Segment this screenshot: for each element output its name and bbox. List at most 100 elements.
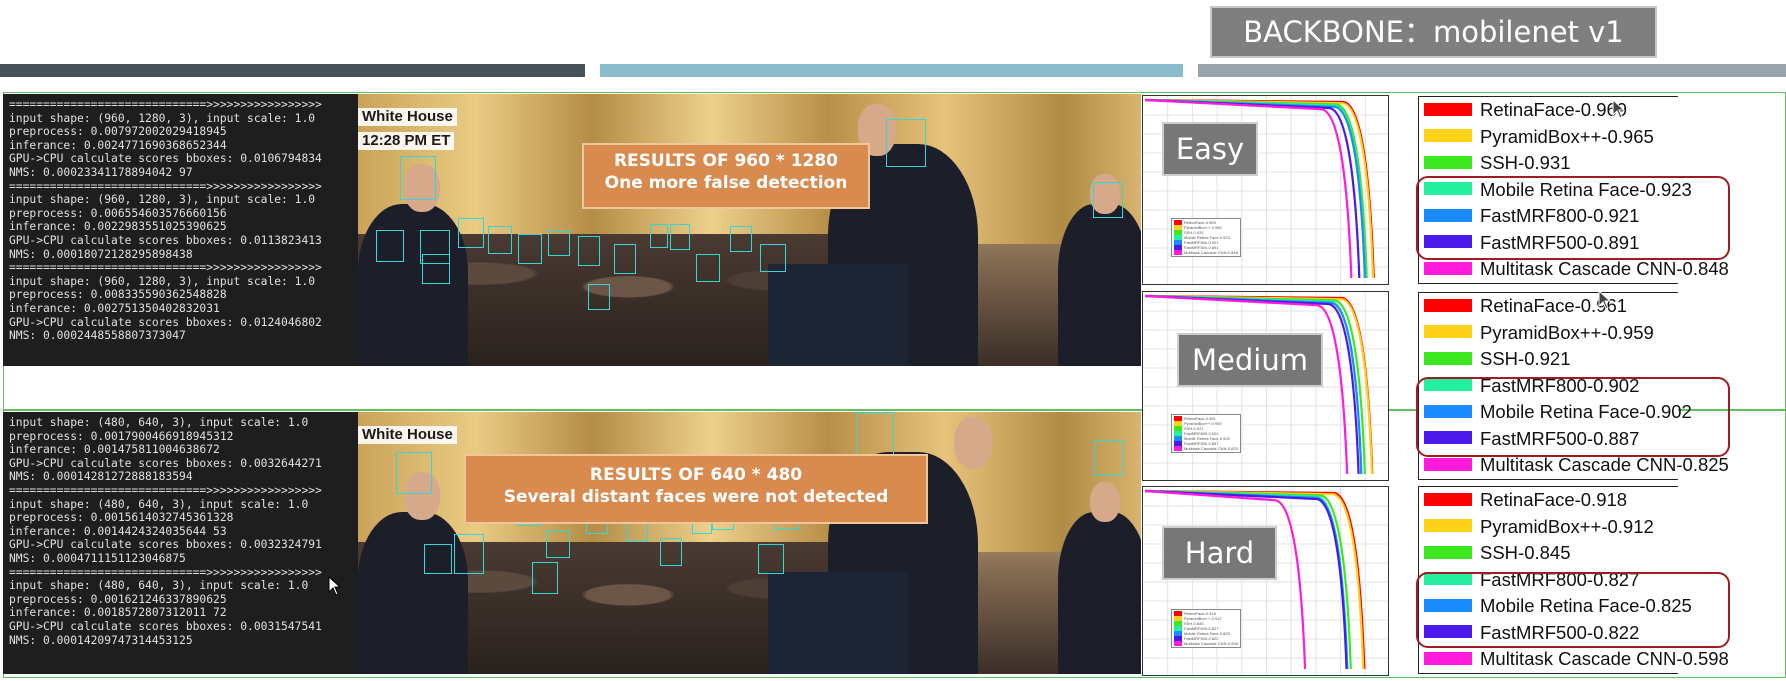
face-detection-box [670, 224, 690, 250]
mini-legend-entry: Multitask Cascade CNN-0.848 [1174, 249, 1238, 255]
mini-legend: RetinaFace-0.969 PyramidBox++-0.965 SSH-0.… [1171, 217, 1241, 257]
face-detection-box [660, 538, 682, 566]
terminal-line: GPU->CPU calculate scores bboxes: 0.0124… [9, 315, 322, 329]
face-detection-box [886, 119, 926, 167]
header-bar-middle [600, 64, 1183, 77]
legend-entry: RetinaFace-0.969 [1424, 99, 1627, 121]
legend-entry: SSH-0.931 [1424, 152, 1571, 174]
result-subtitle-bottom: Several distant faces were not detected [503, 487, 889, 507]
terminal-line: preprocess: 0.007972002029418945 [9, 125, 227, 139]
terminal-line: NMS: 0.0004711151123046875 [9, 551, 186, 565]
tv-caption-line2: 12:28 PM ET [362, 132, 451, 149]
legend-swatch [1424, 492, 1472, 506]
face-detection-box [578, 236, 600, 266]
terminal-line: GPU->CPU calculate scores bboxes: 0.0031… [9, 619, 322, 633]
legend-label: SSH-0.921 [1480, 348, 1571, 369]
terminal-line: input shape: (960, 1280, 3), input scale… [9, 111, 316, 125]
legend-entry: Multitask Cascade CNN-0.598 [1424, 648, 1729, 670]
terminal-line: NMS: 0.00014209747314453125 [9, 633, 193, 647]
speaker-head [954, 417, 992, 469]
legend-entry: PyramidBox++-0.959 [1424, 322, 1654, 344]
face-detection-box [1093, 182, 1123, 218]
mini-legend-entry: Multitask Cascade CNN-0.598 [1174, 640, 1238, 646]
legend-swatch [1424, 651, 1472, 665]
terminal-line: input shape: (480, 640, 3), input scale:… [9, 416, 309, 429]
legend-swatch [1424, 155, 1472, 169]
terminal-line: inferance: 0.0022983551025390625 [9, 220, 227, 234]
legend-swatch [1424, 545, 1472, 559]
pr-curve-plot [1143, 487, 1388, 675]
terminal-line: inferance: 0.002751350402832031 [9, 301, 220, 315]
legend-label: Multitask Cascade CNN-0.598 [1480, 648, 1729, 669]
reporter-figure [358, 204, 468, 366]
tv-caption-line1: White House [362, 108, 453, 125]
face-detection-box [588, 284, 610, 310]
terminal-line: =============================>>>>>>>>>>>… [9, 261, 322, 275]
terminal-line: input shape: (960, 1280, 3), input scale… [9, 193, 316, 207]
legend-entry: PyramidBox++-0.912 [1424, 516, 1654, 538]
legend-entry: RetinaFace-0.961 [1424, 295, 1627, 317]
face-detection-box [396, 452, 432, 494]
podium [768, 572, 908, 674]
terminal-line: inferance: 0.0014424324035644 53 [9, 524, 227, 538]
legend-entry: RetinaFace-0.918 [1424, 489, 1627, 511]
legend-entry: Multitask Cascade CNN-0.825 [1424, 454, 1729, 476]
mouse-cursor-icon [328, 576, 342, 596]
mini-legend: RetinaFace-0.961 PyramidBox++-0.959 SSH-0.… [1171, 413, 1241, 453]
tv-caption-top: White House [358, 108, 457, 126]
face-detection-box [546, 530, 570, 558]
tv-caption-bottom: White House [358, 426, 457, 444]
face-detection-box [760, 244, 786, 272]
legend-label: PyramidBox++-0.912 [1480, 515, 1654, 537]
face-detection-box [422, 254, 450, 284]
legend-swatch [1424, 129, 1472, 143]
podium [768, 264, 908, 366]
result-subtitle-top: One more false detection [604, 173, 848, 193]
terminal-line: preprocess: 0.0015614032745361328 [9, 511, 234, 525]
terminal-line: input shape: (480, 640, 3), input scale:… [9, 497, 309, 511]
tv-time-top: 12:28 PM ET [358, 132, 455, 150]
face-detection-box [548, 230, 570, 256]
terminal-line: =============================>>>>>>>>>>>… [9, 98, 322, 111]
legend-swatch [1424, 325, 1472, 339]
terminal-line: preprocess: 0.0017900466918945312 [9, 429, 234, 443]
legend-entry: SSH-0.921 [1424, 348, 1571, 370]
highlight-box-medium [1416, 377, 1730, 457]
terminal-line: NMS: 0.00023341178894042 97 [9, 165, 193, 179]
legend-entry: SSH-0.845 [1424, 542, 1571, 564]
mini-legend-entry: Mobile Retina Face-0.923 [1174, 234, 1238, 240]
terminal-line: preprocess: 0.008335590362548828 [9, 288, 227, 302]
face-detection-box [758, 544, 784, 574]
legend-label: PyramidBox++-0.965 [1480, 125, 1654, 147]
legend-swatch [1424, 298, 1472, 312]
mini-legend-entry: Mobile Retina Face-0.825 [1174, 630, 1238, 636]
terminal-line: NMS: 0.0002448558807373047 [9, 329, 186, 343]
legend-swatch [1424, 102, 1472, 116]
header-bar-left [0, 64, 585, 77]
face-detection-box [488, 226, 512, 254]
result-box-top: RESULTS OF 960 * 1280 One more false det… [582, 143, 870, 209]
face-detection-box [400, 156, 436, 200]
legend-label: Multitask Cascade CNN-0.825 [1480, 454, 1729, 475]
terminal-line: GPU->CPU calculate scores bboxes: 0.0106… [9, 152, 322, 166]
aide-figure [1058, 204, 1141, 366]
legend-swatch [1424, 261, 1472, 275]
mouse-cursor-icon [1598, 290, 1612, 310]
highlight-box-hard [1416, 572, 1730, 648]
terminal-line: GPU->CPU calculate scores bboxes: 0.0032… [9, 456, 322, 470]
terminal-line: NMS: 0.00014281272888183594 [9, 470, 193, 484]
terminal-line: input shape: (480, 640, 3), input scale:… [9, 579, 309, 593]
face-detection-box [696, 254, 720, 282]
legend-label: RetinaFace-0.969 [1480, 99, 1628, 120]
face-detection-box [650, 224, 668, 248]
legend-entry: Multitask Cascade CNN-0.848 [1424, 258, 1729, 280]
terminal-line: inferance: 0.0018572807312011 72 [9, 606, 227, 620]
difficulty-label-easy: Easy [1162, 122, 1258, 176]
legend-label: SSH-0.845 [1480, 542, 1571, 563]
face-detection-box [376, 230, 404, 262]
face-detection-box [424, 544, 452, 574]
terminal-line: GPU->CPU calculate scores bboxes: 0.0032… [9, 538, 322, 552]
result-box-bottom: RESULTS OF 640 * 480 Several distant fac… [464, 454, 928, 524]
face-detection-box [458, 218, 484, 248]
terminal-line: =============================>>>>>>>>>>>… [9, 483, 322, 497]
